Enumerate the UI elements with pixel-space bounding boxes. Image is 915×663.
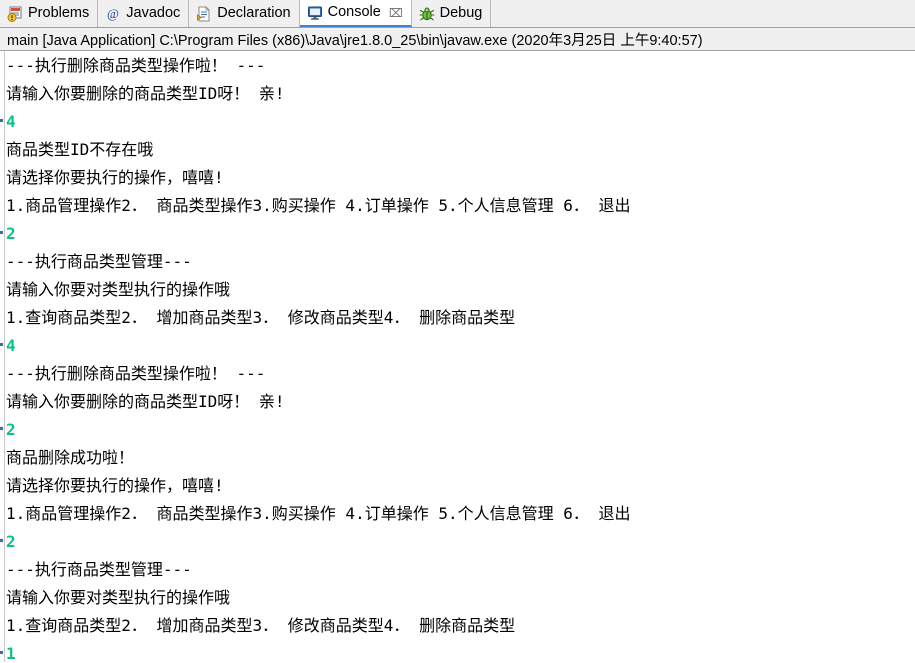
- ruler-mark: [0, 231, 3, 234]
- ruler-mark: [0, 119, 3, 122]
- close-icon[interactable]: ⌧: [389, 7, 403, 19]
- ruler-mark: [0, 651, 3, 654]
- problems-icon: [7, 6, 23, 22]
- tab-console[interactable]: Console ⌧: [299, 0, 412, 27]
- console-output-line: 请选择你要执行的操作，嘻嘻!: [6, 168, 224, 187]
- console-input-line: 4: [6, 112, 16, 131]
- console-output-line: ---执行删除商品类型操作啦！ ---: [6, 364, 266, 383]
- ruler-mark: [0, 427, 3, 430]
- ruler-mark: [0, 343, 3, 346]
- console-output-line: 请输入你要对类型执行的操作哦: [6, 280, 231, 299]
- tab-debug[interactable]: Debug: [411, 0, 492, 27]
- annotation-ruler: [0, 51, 5, 662]
- console-input-line: 2: [6, 420, 16, 439]
- console-output-line: 1.查询商品类型2． 增加商品类型3． 修改商品类型4． 删除商品类型: [6, 616, 516, 635]
- console-output-line: 请输入你要删除的商品类型ID呀！ 亲!: [6, 392, 285, 411]
- console-process-header: main [Java Application] C:\Program Files…: [0, 28, 915, 51]
- tab-declaration[interactable]: Declaration: [189, 0, 300, 27]
- javadoc-icon: @: [105, 6, 121, 22]
- tab-problems[interactable]: Problems: [0, 0, 99, 27]
- console-output-panel[interactable]: ---执行删除商品类型操作啦！ --- 请输入你要删除的商品类型ID呀！ 亲! 4 商…: [0, 51, 915, 662]
- console-input-line: 4: [6, 336, 16, 355]
- console-output-line: ---执行删除商品类型操作啦！ ---: [6, 56, 266, 75]
- declaration-icon: [196, 5, 212, 22]
- tab-label: Console: [327, 4, 381, 21]
- console-icon: [307, 5, 323, 21]
- tab-bar-filler: [491, 0, 915, 27]
- tab-label: Declaration: [217, 5, 291, 22]
- console-output-line: 商品类型ID不存在哦: [6, 140, 154, 159]
- console-output-line: 请输入你要删除的商品类型ID呀！ 亲!: [6, 84, 285, 103]
- tab-label: Problems: [28, 5, 90, 22]
- tab-javadoc[interactable]: @ Javadoc: [98, 0, 190, 27]
- console-input-line: 1: [6, 644, 16, 662]
- tab-label: Debug: [439, 5, 483, 22]
- console-output-line: 1.查询商品类型2． 增加商品类型3． 修改商品类型4． 删除商品类型: [6, 308, 516, 327]
- ruler-mark: [0, 539, 3, 542]
- console-output-line: 商品删除成功啦！: [6, 448, 135, 467]
- svg-text:@: @: [107, 6, 119, 21]
- tab-label: Javadoc: [126, 5, 181, 22]
- console-output-line: 1.商品管理操作2． 商品类型操作3.购买操作 4.订单操作 5.个人信息管理 …: [6, 504, 631, 523]
- console-input-line: 2: [6, 532, 16, 551]
- console-output-line: ---执行商品类型管理---: [6, 560, 192, 579]
- console-output-line: 请输入你要对类型执行的操作哦: [6, 588, 231, 607]
- debug-icon: [419, 6, 435, 22]
- console-output-line: ---执行商品类型管理---: [6, 252, 192, 271]
- console-process-label: main [Java Application] C:\Program Files…: [7, 32, 703, 49]
- view-tab-bar: Problems @ Javadoc Declaration Console ⌧ Debug: [0, 0, 915, 28]
- console-output-line: 请选择你要执行的操作，嘻嘻!: [6, 476, 224, 495]
- console-text-area[interactable]: ---执行删除商品类型操作啦！ --- 请输入你要删除的商品类型ID呀！ 亲! 4 商…: [6, 51, 915, 662]
- console-input-line: 2: [6, 224, 16, 243]
- console-output-line: 1.商品管理操作2． 商品类型操作3.购买操作 4.订单操作 5.个人信息管理 …: [6, 196, 631, 215]
